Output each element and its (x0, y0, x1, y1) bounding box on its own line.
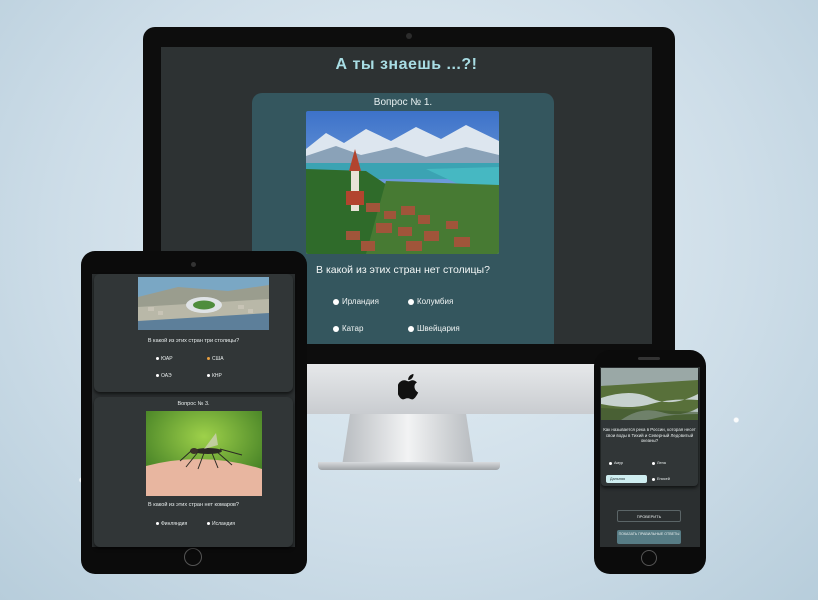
answer-option[interactable]: ЮАР (156, 356, 173, 362)
question-image (306, 111, 499, 254)
question-image (146, 411, 262, 496)
check-button[interactable]: ПРОВЕРИТЬ (617, 510, 681, 522)
answer-option[interactable]: США (207, 356, 224, 362)
apple-logo-icon (397, 374, 420, 400)
radio-icon[interactable] (609, 461, 612, 465)
radio-icon[interactable] (207, 522, 210, 526)
answer-option[interactable]: ОАЭ (156, 373, 172, 379)
question-number: Вопрос № 1. (373, 97, 433, 108)
radio-icon[interactable] (333, 298, 339, 305)
radio-icon[interactable] (207, 357, 210, 361)
radio-icon[interactable] (408, 325, 414, 332)
answer-option[interactable]: Катар (333, 324, 363, 333)
radio-icon[interactable] (156, 522, 159, 526)
radio-icon[interactable] (156, 374, 159, 378)
show-answers-button[interactable]: ПОКАЗАТЬ ПРАВИЛЬНЫЕ ОТВЕТЫ (617, 530, 681, 544)
answer-option[interactable]: Швейцария (408, 324, 460, 333)
radio-icon[interactable] (333, 325, 339, 332)
home-button-icon (184, 548, 202, 566)
question-number: Вопрос № 3. (177, 401, 210, 407)
camera-icon (191, 262, 196, 267)
radio-icon[interactable] (207, 374, 210, 378)
answer-option[interactable]: Исландия (207, 521, 235, 527)
imac-stand-neck (342, 414, 474, 466)
site-title: А ты знаешь ...?! (335, 56, 478, 73)
answer-option[interactable]: Финляндия (156, 521, 187, 527)
radio-icon[interactable] (408, 298, 414, 305)
answer-option[interactable]: Амур (609, 461, 623, 465)
home-button-icon (641, 550, 657, 566)
answer-option[interactable]: Лена (652, 461, 666, 465)
answer-option[interactable]: Енисей (652, 477, 670, 481)
answer-option[interactable]: КНР (207, 373, 222, 379)
imac-stand-foot (318, 462, 500, 470)
radio-icon[interactable] (652, 477, 655, 481)
answer-option[interactable]: Ирландия (333, 297, 379, 306)
question-image (601, 368, 698, 420)
question-image (138, 277, 269, 330)
question-text: В какой из этих стран три столицы? (147, 338, 240, 344)
radio-icon[interactable] (156, 357, 159, 361)
answer-option[interactable]: Колумбия (408, 297, 453, 306)
question-text: В какой из этих стран нет комаров? (148, 502, 239, 508)
speaker-icon (638, 357, 660, 360)
camera-icon (406, 33, 412, 39)
question-text: Как называется река в России, которая не… (603, 427, 696, 443)
answer-option-selected[interactable]: Дальняя (606, 475, 647, 483)
radio-icon[interactable] (652, 461, 655, 465)
